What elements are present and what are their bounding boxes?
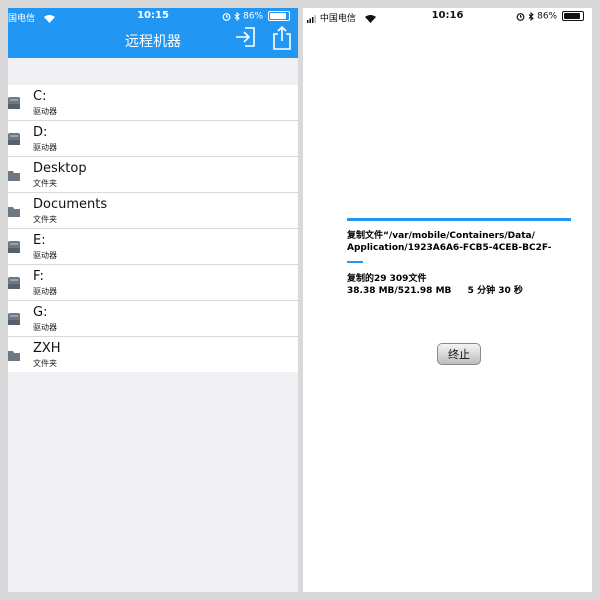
item-name: C:	[33, 89, 47, 104]
list-item[interactable]: G: 驱动器	[8, 301, 298, 337]
bluetooth-icon	[234, 11, 240, 21]
list-item[interactable]: Documents 文件夹	[8, 193, 298, 229]
item-name: Documents	[33, 197, 108, 212]
item-type: 驱动器	[33, 107, 57, 116]
list-item[interactable]: E: 驱动器	[8, 229, 298, 265]
list-item[interactable]: F: 驱动器	[8, 265, 298, 301]
login-icon[interactable]	[234, 26, 256, 48]
status-bar: 国电信 10:15 86%	[8, 8, 298, 24]
drive-icon	[8, 313, 20, 325]
list-item[interactable]: ZXH 文件夹	[8, 337, 298, 372]
item-type: 驱动器	[33, 143, 57, 152]
drive-icon	[8, 97, 20, 109]
watermark-en: SMZDM.COM	[513, 568, 574, 577]
right-screen: 中国电信 10:16 86% 复制文件“/var/mobile/Containe…	[303, 8, 592, 592]
item-type: 驱动器	[33, 251, 57, 260]
battery-icon	[562, 11, 584, 21]
battery-icon	[268, 11, 290, 21]
left-screen: 国电信 10:15 86% 远程机器 C: 驱动器 D: 驱动器 Desktop…	[8, 8, 298, 592]
bluetooth-icon	[528, 11, 534, 21]
item-name: E:	[33, 233, 46, 248]
item-name: Desktop	[33, 161, 87, 176]
share-icon[interactable]	[272, 26, 292, 50]
copy-line-1: 复制文件“/var/mobile/Containers/Data/	[347, 231, 535, 241]
item-type: 文件夹	[33, 215, 57, 224]
list-item[interactable]: D: 驱动器	[8, 121, 298, 157]
time-remaining: 5 分钟 30 秒	[467, 286, 523, 296]
file-list: C: 驱动器 D: 驱动器 Desktop 文件夹 Documents 文件夹 …	[8, 85, 298, 372]
list-item[interactable]: C: 驱动器	[8, 85, 298, 121]
folder-icon	[8, 351, 20, 361]
item-type: 驱动器	[33, 287, 57, 296]
item-type: 文件夹	[33, 359, 57, 368]
item-name: D:	[33, 125, 48, 140]
drive-icon	[8, 277, 20, 289]
files-copied: 复制的29 309文件	[347, 274, 427, 284]
item-type: 驱动器	[33, 323, 57, 332]
item-type: 文件夹	[33, 179, 57, 188]
copy-path-text: 复制文件“/var/mobile/Containers/Data/ Applic…	[347, 230, 579, 254]
alarm-icon	[222, 12, 231, 21]
size-progress: 38.38 MB/521.98 MB	[347, 286, 452, 296]
item-name: ZXH	[33, 341, 61, 356]
watermark: 值 什么值得买 SMZDM.COM	[471, 540, 586, 588]
item-name: G:	[33, 305, 48, 320]
drive-icon	[8, 241, 20, 253]
alarm-icon	[516, 12, 525, 21]
folder-icon	[8, 171, 20, 181]
folder-icon	[8, 207, 20, 217]
stop-button[interactable]: 终止	[437, 343, 481, 365]
file-progress-bar	[347, 261, 363, 263]
copy-line-2: Application/1923A6A6-FCB5-4CEB-BC2F-	[347, 243, 552, 253]
progress-bar	[347, 218, 571, 221]
item-name: F:	[33, 269, 44, 284]
watermark-logo: 值	[471, 544, 511, 584]
status-bar: 中国电信 10:16 86%	[303, 8, 592, 24]
battery-percent: 86%	[537, 11, 558, 22]
copy-stats: 复制的29 309文件 38.38 MB/521.98 MB 5 分钟 30 秒	[347, 273, 523, 297]
list-item[interactable]: Desktop 文件夹	[8, 157, 298, 193]
watermark-cn: 什么值得买	[513, 547, 573, 583]
battery-percent: 86%	[243, 11, 264, 22]
drive-icon	[8, 133, 20, 145]
